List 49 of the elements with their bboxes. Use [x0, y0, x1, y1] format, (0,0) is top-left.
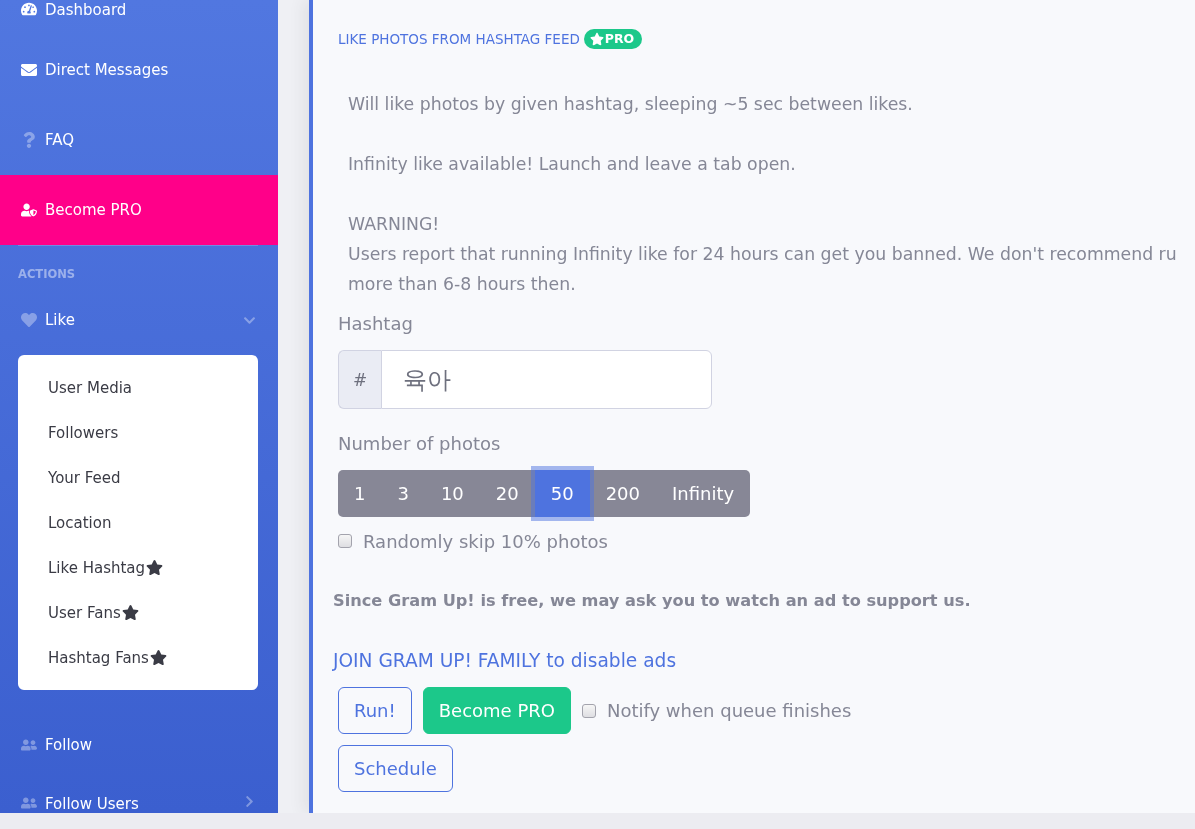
family-link[interactable]: JOIN GRAM UP! FAMILY to disable ads [333, 649, 677, 673]
action-button[interactable]: Schedule [338, 745, 453, 792]
checkbox[interactable] [581, 703, 596, 718]
submenu-link[interactable]: Hashtag Fans [18, 635, 258, 680]
sidebar-link[interactable]: FAQ [0, 105, 278, 175]
count-option-button[interactable]: Infinity [656, 470, 751, 517]
sidebar-link[interactable]: Direct Messages [0, 35, 278, 105]
checkbox-label: Randomly skip 10% photos [363, 530, 608, 552]
heart-icon [21, 312, 37, 328]
sidebar-group-toggle[interactable]: Follow Users [0, 780, 278, 813]
submenu-link[interactable]: Your Feed [18, 455, 258, 500]
gauge-icon [21, 1, 37, 17]
count-option-button[interactable]: 20 [479, 470, 535, 517]
user-shield-icon [21, 202, 37, 218]
count-option-button[interactable]: 3 [381, 470, 425, 517]
action-button[interactable]: Run! [338, 687, 412, 734]
sidebar-link[interactable]: Dashboard [0, 0, 278, 35]
section-heading: ACTIONS [18, 266, 76, 282]
submenu-link[interactable]: Followers [18, 410, 258, 455]
description-text: Infinity like available! Launch and leave a tab open. [348, 153, 796, 176]
submenu-link[interactable]: User Fans [18, 590, 258, 635]
sidebar-group-toggle[interactable]: Like [0, 285, 278, 355]
users-icon [21, 795, 37, 811]
hashtag-input[interactable]: 육아 [381, 350, 712, 409]
checkbox[interactable] [338, 534, 352, 548]
submenu-link[interactable]: Like Hashtag [18, 545, 258, 590]
badge-text: PRO [604, 30, 635, 48]
warning-title: WARNING! [348, 213, 440, 236]
ad-notice-text: Since Gram Up! is free, we may ask you to watch an ad to support us. [333, 590, 971, 612]
description-text: Will like photos by given hashtag, sleeping ~5 sec between likes. [348, 93, 913, 116]
star-icon [589, 32, 604, 46]
sidebar-promo-link[interactable]: Become PRO [0, 175, 278, 245]
count-option-button[interactable]: 200 [589, 470, 656, 517]
input-prefix: # [338, 350, 381, 409]
warning-text: Users report that running Infinity like for 24 hours can get you banned. We don't recommend ru [348, 243, 1177, 266]
count-option-button[interactable]: 50 [534, 470, 590, 517]
checkbox-label: Notify when queue finishes [606, 700, 852, 721]
sidebar-link[interactable]: Follow [0, 710, 278, 780]
field-label: Hashtag [338, 312, 413, 336]
card-title: LIKE PHOTOS FROM HASHTAG FEED [338, 30, 580, 49]
users-icon [21, 737, 37, 753]
submenu-link[interactable]: User Media [18, 365, 258, 410]
field-label: Number of photos [338, 432, 501, 456]
envelope-icon [21, 62, 37, 78]
count-option-button[interactable]: 1 [338, 470, 382, 517]
submenu-link[interactable]: Location [18, 500, 258, 545]
question-mark-icon [21, 132, 37, 148]
count-option-button[interactable]: 10 [424, 470, 480, 517]
warning-text: more than 6-8 hours then. [348, 273, 576, 296]
